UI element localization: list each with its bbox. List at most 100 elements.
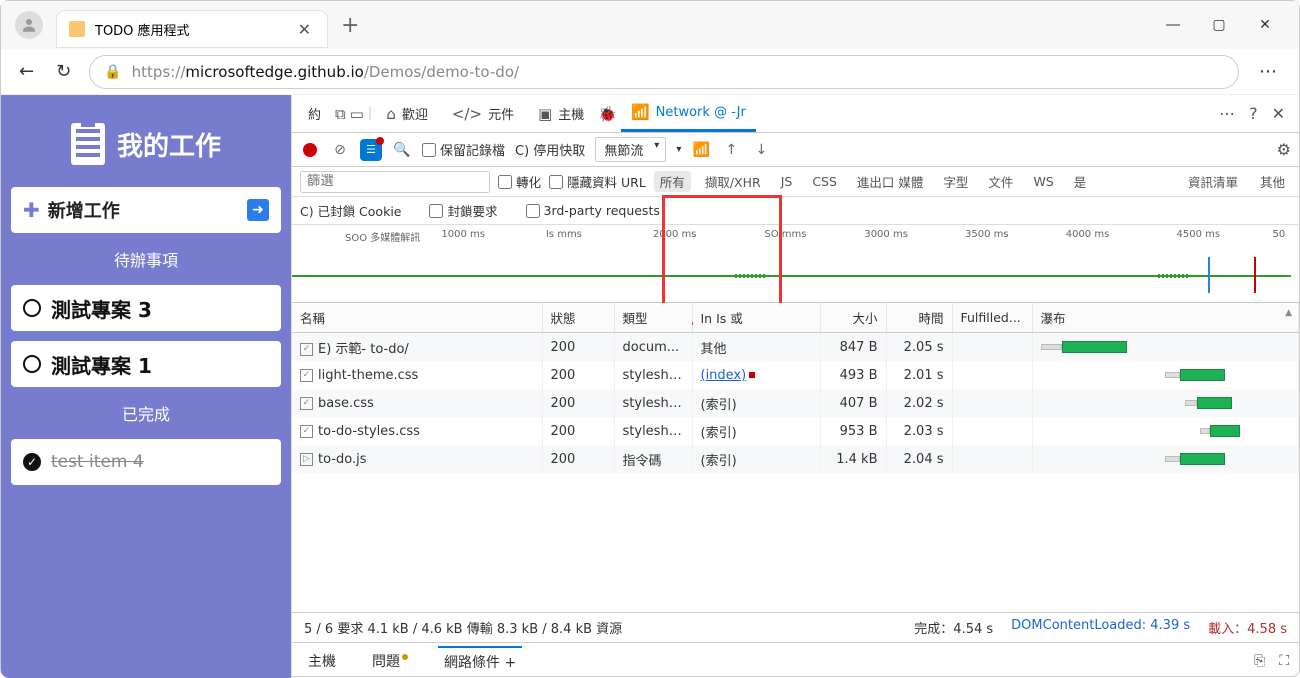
settings-icon[interactable]: ⚙ xyxy=(1277,140,1291,159)
col-waterfall[interactable]: 瀑布 xyxy=(1032,303,1299,333)
tab-about[interactable]: 約 xyxy=(298,95,331,132)
app-header: 我的工作 xyxy=(11,105,281,177)
console-icon: ▣ xyxy=(538,105,552,123)
invert-checkbox[interactable]: 轉化 xyxy=(498,172,541,191)
home-icon: ⌂ xyxy=(386,105,396,123)
hide-data-urls-checkbox[interactable]: 隱藏資料 URL xyxy=(549,172,646,191)
devtools-drawer: 主機 問題 網路條件 + ⎘ ⛶ xyxy=(292,642,1299,678)
checked-icon[interactable]: ✓ xyxy=(23,453,41,471)
todo-item[interactable]: 測試專案 1 xyxy=(11,341,281,387)
add-task-label: 新增工作 xyxy=(48,197,120,223)
filter-css[interactable]: CSS xyxy=(806,174,843,189)
drawer-expand-icon[interactable]: ⛶ xyxy=(1279,653,1289,669)
window-close-icon[interactable]: ✕ xyxy=(1253,17,1277,33)
tab-welcome[interactable]: ⌂歡迎 xyxy=(376,95,438,132)
col-time[interactable]: 時間 xyxy=(886,303,952,333)
new-tab-button[interactable]: + xyxy=(327,13,373,38)
load-marker xyxy=(1254,257,1256,293)
devtools-panel: 約 ⧉ ▭ | ⌂歡迎 </>元件 ▣主機 🐞 📶Network @ -Jr ⋯… xyxy=(291,95,1299,678)
record-button[interactable] xyxy=(300,140,320,160)
tab-network[interactable]: 📶Network @ -Jr xyxy=(621,95,756,132)
browser-menu-icon[interactable]: ⋯ xyxy=(1253,61,1285,82)
todo-app: 我的工作 ✚ 新增工作 ➜ 待辦事項 測試專案 3 測試專案 1 已完成 ✓ t… xyxy=(1,95,291,678)
tab-host[interactable]: ▣主機 xyxy=(528,95,594,132)
filter-bar: 轉化 隱藏資料 URL 所有 擷取/XHR JS CSS 進出口 媒體 字型 文… xyxy=(292,167,1299,197)
blocked-cookies[interactable]: C) 已封鎖 Cookie xyxy=(300,201,401,220)
more-tabs-icon[interactable]: ⋯ xyxy=(1219,104,1235,123)
tab-elements[interactable]: </>元件 xyxy=(442,95,524,132)
filter-js[interactable]: JS xyxy=(775,174,799,189)
clear-button[interactable]: ⊘ xyxy=(330,140,350,160)
network-table[interactable]: 名稱 狀態 類型 In Is 或 大小 時間 Fulfilled... 瀑布 ✓… xyxy=(292,303,1299,612)
filter-other[interactable]: 其他 xyxy=(1254,172,1291,191)
filter-img[interactable]: 進出口 媒體 xyxy=(851,172,929,191)
profile-avatar[interactable] xyxy=(15,11,43,39)
filter-input[interactable] xyxy=(300,171,490,193)
url-input[interactable]: 🔒 https://microsoftedge.github.io/Demos/… xyxy=(89,55,1239,89)
drawer-issues[interactable]: 問題 xyxy=(366,647,414,675)
col-initiator[interactable]: In Is 或 xyxy=(692,303,820,333)
col-size[interactable]: 大小 xyxy=(820,303,886,333)
todo-item[interactable]: 測試專案 3 xyxy=(11,285,281,331)
filter-manifest[interactable]: 資訊清單 xyxy=(1182,172,1244,191)
status-dcl: DOMContentLoaded: 4.39 s xyxy=(1011,618,1190,637)
bug-icon[interactable]: 🐞 xyxy=(598,105,617,123)
drawer-network-conditions[interactable]: 網路條件 + xyxy=(438,646,522,676)
inspect-icon[interactable]: ⧉ xyxy=(335,105,346,123)
download-icon[interactable]: ↓ xyxy=(751,140,771,160)
search-icon[interactable]: 🔍 xyxy=(392,140,412,160)
table-row[interactable]: ✓base.css 200 styleshe... (索引) 407 B 2.0… xyxy=(292,389,1299,417)
devtools-tabs: 約 ⧉ ▭ | ⌂歡迎 </>元件 ▣主機 🐞 📶Network @ -Jr ⋯… xyxy=(292,95,1299,133)
help-icon[interactable]: ? xyxy=(1249,104,1258,123)
close-devtools-icon[interactable]: ✕ xyxy=(1272,104,1285,123)
table-row[interactable]: ✓E) 示範- to-do/ 200 docum... 其他 847 B 2.0… xyxy=(292,333,1299,362)
wifi-conditions-icon[interactable]: 📶 xyxy=(691,140,711,160)
drawer-dock-icon[interactable]: ⎘ xyxy=(1254,653,1265,669)
address-bar: ← ↻ 🔒 https://microsoftedge.github.io/De… xyxy=(1,49,1299,95)
done-item[interactable]: ✓ test item 4 xyxy=(11,439,281,485)
timeline-bar xyxy=(292,275,1291,277)
table-row[interactable]: ▷to-do.js 200 指令碼 (索引) 1.4 kB 2.04 s xyxy=(292,445,1299,473)
window-minimize-icon[interactable]: ― xyxy=(1161,17,1185,33)
tab-favicon xyxy=(69,21,85,37)
lock-icon: 🔒 xyxy=(104,64,121,80)
filter-toggle[interactable]: ☰ xyxy=(360,139,382,161)
table-row[interactable]: ✓light-theme.css 200 styleshe... (index)… xyxy=(292,361,1299,389)
submit-task-button[interactable]: ➜ xyxy=(247,199,269,221)
todo-label: 測試專案 1 xyxy=(51,350,152,379)
checkbox-icon[interactable] xyxy=(23,355,41,373)
filter-fetch[interactable]: 擷取/XHR xyxy=(699,172,767,191)
filter-ws[interactable]: WS xyxy=(1027,174,1059,189)
table-row[interactable]: ✓to-do-styles.css 200 styleshe... (索引) 9… xyxy=(292,417,1299,445)
third-party-checkbox[interactable]: 3rd-party requests xyxy=(526,203,660,218)
checkbox-icon[interactable] xyxy=(23,299,41,317)
url-text: https://microsoftedge.github.io/Demos/de… xyxy=(132,63,519,81)
filter-font[interactable]: 字型 xyxy=(937,172,974,191)
col-type[interactable]: 類型 xyxy=(614,303,692,333)
browser-tab[interactable]: TODO 應用程式 ✕ xyxy=(57,11,327,47)
device-icon[interactable]: ▭ xyxy=(350,105,364,123)
back-button[interactable]: ← xyxy=(15,57,38,86)
network-timeline[interactable]: SOO 多媒體解訊 1000 ms Is mms 2000 ms SO mms … xyxy=(292,225,1299,303)
refresh-button[interactable]: ↻ xyxy=(52,57,75,86)
col-name[interactable]: 名稱 xyxy=(292,303,542,333)
tab-close-icon[interactable]: ✕ xyxy=(294,18,315,41)
col-fulfilled[interactable]: Fulfilled... xyxy=(952,303,1032,333)
upload-icon[interactable]: ↑ xyxy=(721,140,741,160)
preserve-log-checkbox[interactable]: 保留記錄檔 xyxy=(422,140,505,159)
cookie-filter-row: C) 已封鎖 Cookie 封鎖要求 3rd-party requests xyxy=(292,197,1299,225)
filter-wasm[interactable]: 是 xyxy=(1068,172,1093,191)
filter-doc[interactable]: 文件 xyxy=(982,172,1019,191)
filter-all[interactable]: 所有 xyxy=(654,171,691,192)
throttle-select[interactable]: 無節流 xyxy=(595,137,666,162)
plus-icon: ✚ xyxy=(23,198,40,222)
add-task-input[interactable]: ✚ 新增工作 ➜ xyxy=(11,187,281,233)
pending-header: 待辦事項 xyxy=(11,243,281,275)
drawer-host[interactable]: 主機 xyxy=(302,647,342,675)
window-maximize-icon[interactable]: ▢ xyxy=(1207,17,1231,33)
disable-cache-label[interactable]: C) 停用快取 xyxy=(515,140,585,159)
col-status[interactable]: 狀態 xyxy=(542,303,614,333)
timeline-activity xyxy=(1158,274,1188,278)
block-requests-checkbox[interactable]: 封鎖要求 xyxy=(429,201,497,220)
done-label: test item 4 xyxy=(51,452,144,472)
